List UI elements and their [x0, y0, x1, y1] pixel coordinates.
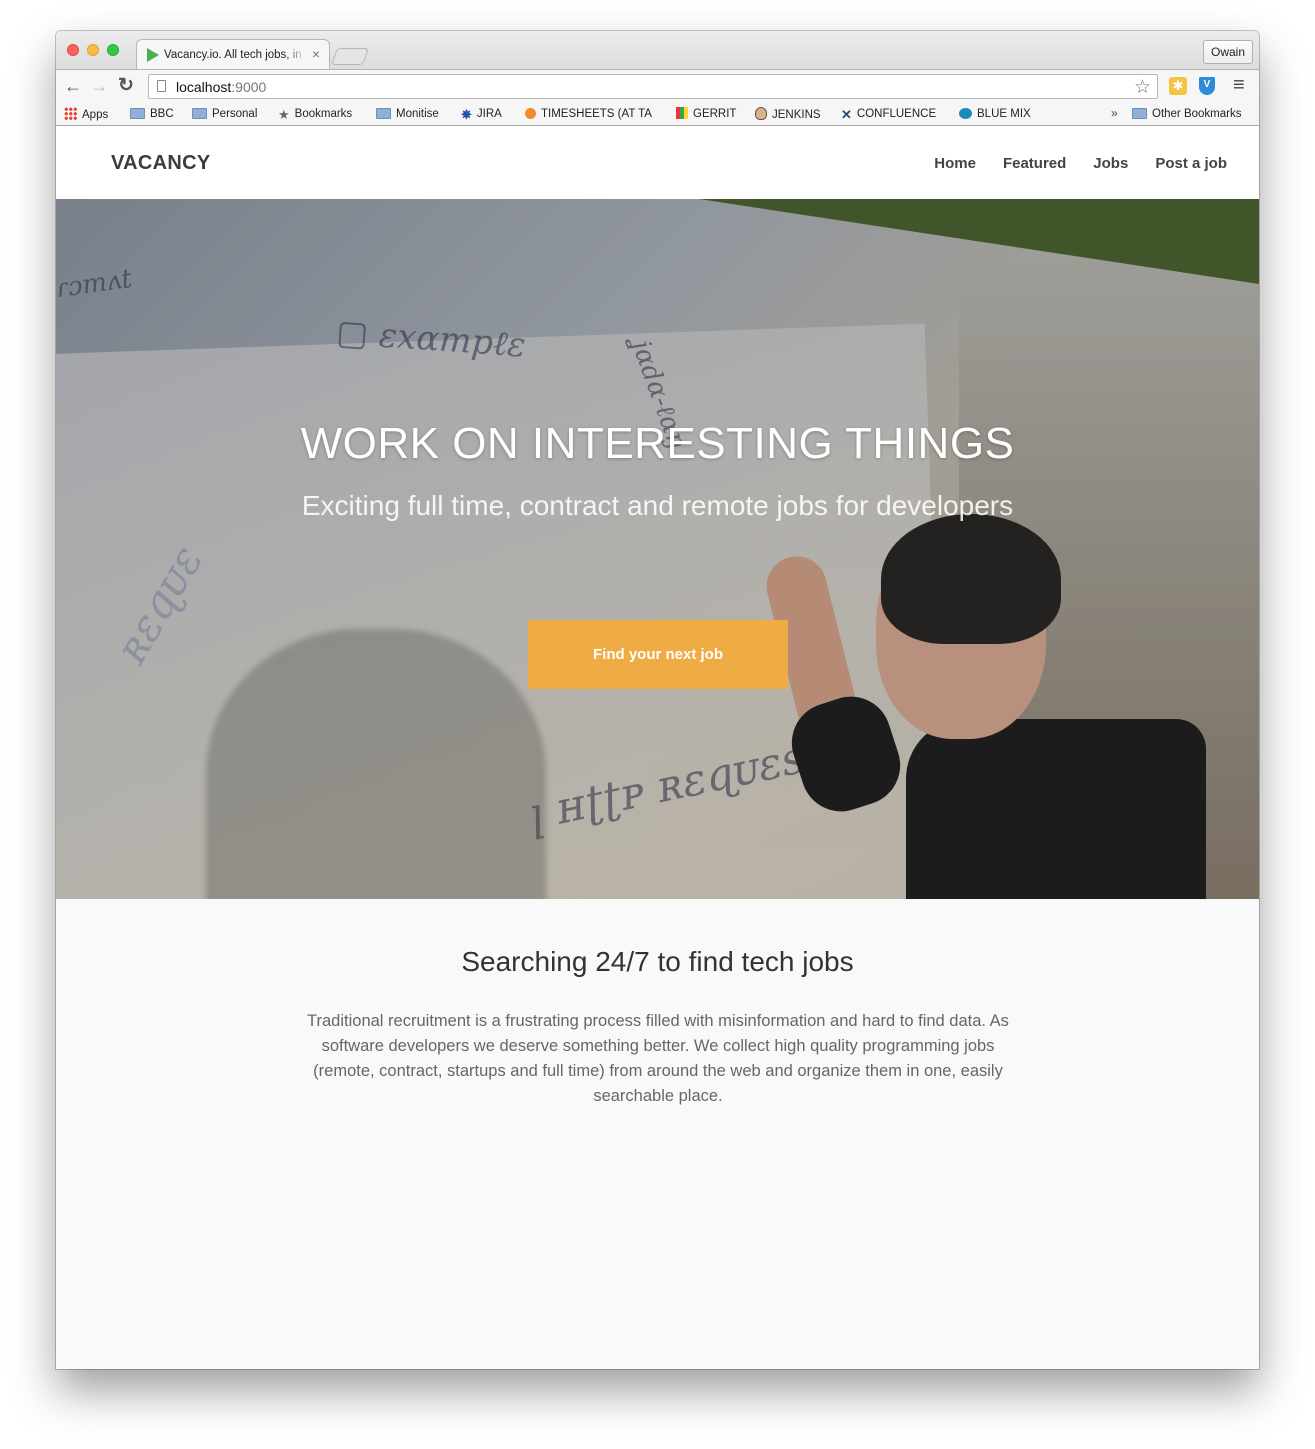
extension-icon[interactable]: ✱: [1169, 77, 1187, 95]
hero-title: WORK ON INTERESTING THINGS: [300, 419, 1015, 468]
bookmark-label: GERRIT: [693, 108, 737, 120]
url-text: localhost:9000: [176, 79, 266, 95]
bookmark-label: Personal: [212, 108, 258, 120]
bookmark-star-icon[interactable]: ☆: [1134, 76, 1151, 99]
menu-icon[interactable]: ≡: [1233, 74, 1245, 97]
bookmark-label: Bookmarks: [294, 108, 353, 120]
site-logo[interactable]: VACANCY: [111, 152, 211, 175]
reload-icon[interactable]: ↻: [118, 75, 134, 97]
bookmarks-bar: Apps BBC Personal ★ Bookmarks Monitise ✵ J…: [56, 103, 1259, 126]
about-text: Traditional recruitment is a frustrating…: [307, 1012, 1009, 1105]
nav-featured[interactable]: Featured: [1003, 155, 1066, 172]
hero-section: ɾɔmʌt ▢ ɛxɑmpℓɛ ʝɑdɑ-ℓɑŋ ꞁ ʜʈʈᴘ ʀɛɋᴜɛsʈ …: [56, 199, 1259, 899]
browser-window: Vacancy.io. All tech jobs, in one place …: [56, 31, 1259, 1369]
bookmark-bbc[interactable]: BBC: [130, 107, 174, 122]
address-bar[interactable]: localhost:9000 ☆: [148, 74, 1158, 99]
bookmark-monitise[interactable]: Monitise: [376, 107, 439, 122]
bookmark-label: Apps: [82, 109, 109, 121]
jenkins-icon: [755, 107, 767, 120]
bluemix-icon: [959, 108, 972, 119]
bookmark-gerrit[interactable]: GERRIT: [676, 107, 736, 122]
bookmark-label: BBC: [150, 108, 174, 120]
url-port: :9000: [231, 79, 267, 95]
nav-home[interactable]: Home: [934, 155, 976, 172]
nav-jobs[interactable]: Jobs: [1093, 155, 1128, 172]
window-minimize-button[interactable]: [87, 44, 99, 56]
bookmark-apps[interactable]: Apps: [64, 107, 108, 122]
find-job-button[interactable]: Find your next job: [528, 620, 788, 689]
profile-button[interactable]: Owain: [1202, 40, 1253, 64]
bookmark-label: Other Bookmarks: [1152, 108, 1242, 120]
bookmark-label: BLUE MIX: [977, 108, 1031, 120]
web-page: VACANCY Home Featured Jobs Post a job ɾɔ…: [56, 126, 1259, 1369]
bookmark-bluemix[interactable]: BLUE MIX: [959, 107, 1031, 122]
bookmark-jenkins[interactable]: JENKINS: [755, 107, 821, 122]
folder-icon: [376, 108, 391, 119]
folder-icon: [1132, 108, 1147, 119]
bookmark-timesheets[interactable]: TIMESHEETS (AT TA: [525, 107, 658, 122]
bookmark-label: Monitise: [396, 108, 439, 120]
gerrit-icon: [676, 107, 688, 119]
star-icon: ★: [278, 107, 290, 122]
jira-icon: ✵: [461, 107, 472, 122]
about-section: Searching 24/7 to find tech jobs Traditi…: [56, 899, 1259, 1369]
shield-extension-icon[interactable]: V: [1199, 77, 1215, 95]
bookmark-label: TIMESHEETS (AT TA: [541, 108, 652, 120]
bookmark-label: JENKINS: [772, 109, 821, 121]
apps-icon: [64, 107, 77, 120]
folder-icon: [192, 108, 207, 119]
browser-tab[interactable]: Vacancy.io. All tech jobs, in one place …: [136, 39, 330, 69]
confluence-icon: ✕: [841, 107, 852, 122]
about-title: Searching 24/7 to find tech jobs: [461, 946, 854, 977]
nav-post-a-job[interactable]: Post a job: [1155, 155, 1227, 172]
window-maximize-button[interactable]: [107, 44, 119, 56]
bookmark-personal[interactable]: Personal: [192, 107, 257, 122]
back-arrow-icon[interactable]: ←: [64, 75, 82, 97]
tab-bar: Vacancy.io. All tech jobs, in one place …: [56, 31, 1259, 69]
hero-subtitle: Exciting full time, contract and remote …: [301, 490, 1014, 521]
bookmark-label: JIRA: [476, 108, 502, 120]
site-nav-links: Home Featured Jobs Post a job: [934, 155, 1227, 172]
bookmark-other[interactable]: Other Bookmarks: [1132, 107, 1241, 122]
browser-toolbar: ← → ↻ localhost:9000 ☆ ✱ V ≡: [56, 69, 1259, 103]
site-navbar: VACANCY Home Featured Jobs Post a job: [56, 126, 1259, 199]
url-host: localhost: [176, 79, 232, 95]
bookmarks-overflow-icon[interactable]: »: [1111, 106, 1118, 120]
bookmark-bookmarks[interactable]: ★ Bookmarks: [278, 107, 352, 122]
bookmark-confluence[interactable]: ✕ CONFLUENCE: [841, 107, 936, 122]
play-icon: [147, 48, 159, 62]
forward-arrow-icon[interactable]: →: [90, 75, 108, 97]
hero-overlay: [56, 199, 1259, 899]
page-icon: [157, 80, 166, 92]
tab-title: Vacancy.io. All tech jobs, in one place: [164, 49, 306, 61]
window-close-button[interactable]: [67, 44, 79, 56]
bookmark-jira[interactable]: ✵ JIRA: [461, 107, 502, 122]
bookmark-label: CONFLUENCE: [856, 108, 937, 120]
new-tab-button[interactable]: [330, 48, 370, 65]
close-tab-icon[interactable]: ×: [312, 46, 320, 62]
timesheets-icon: [525, 108, 536, 119]
folder-icon: [130, 108, 145, 119]
